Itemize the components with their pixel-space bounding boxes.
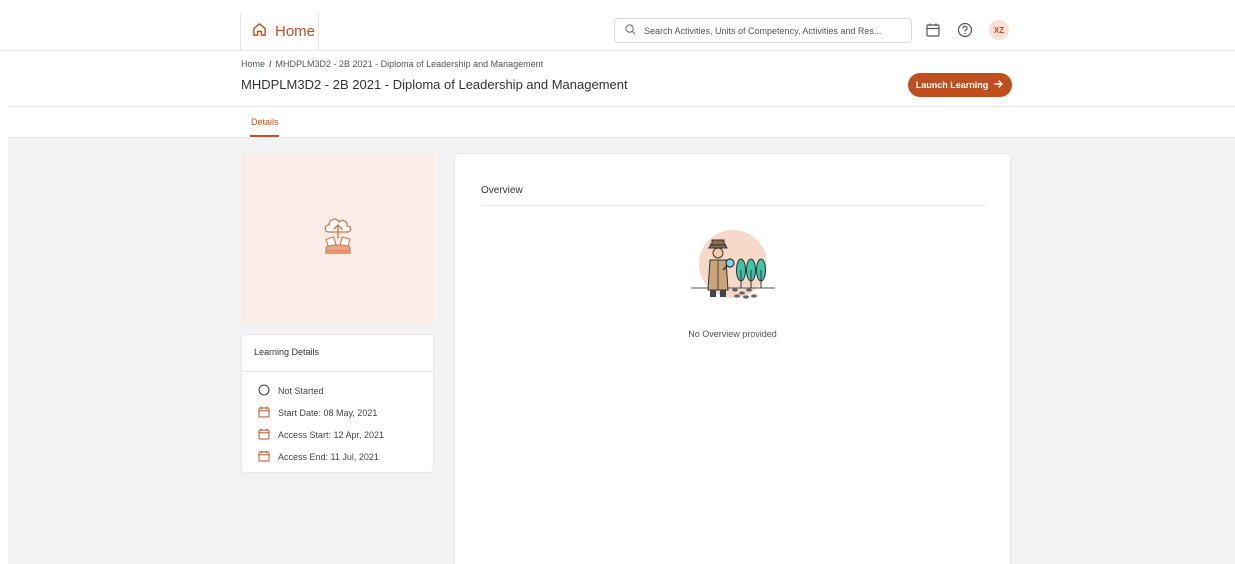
detective-illustration [691, 230, 775, 304]
access-end-item: Access End: 11 Jul, 2021 [258, 450, 379, 464]
tab-details[interactable]: Details [251, 117, 279, 127]
learning-details-title: Learning Details [254, 347, 320, 357]
header-divider [8, 106, 1235, 107]
status-item: Not Started [258, 384, 324, 398]
avatar[interactable]: XZ [989, 20, 1009, 40]
learning-details-divider [242, 371, 433, 372]
search-icon [625, 22, 636, 40]
start-date-text: Start Date: 08 May, 2021 [278, 408, 378, 418]
learning-details-card: Learning Details Not Started Start Date:… [241, 334, 434, 473]
calendar-icon [258, 406, 270, 420]
calendar-icon [258, 428, 270, 442]
access-start-item: Access Start: 12 Apr, 2021 [258, 428, 384, 442]
breadcrumb-home[interactable]: Home [241, 59, 265, 69]
overview-card: Overview No Overview provided [454, 153, 1011, 564]
launch-learning-button[interactable]: Launch Learning [908, 73, 1012, 97]
calendar-icon[interactable] [923, 20, 943, 40]
calendar-icon [258, 450, 270, 464]
home-button[interactable]: Home [240, 12, 319, 51]
breadcrumb-current: MHDPLM3D2 - 2B 2021 - Diploma of Leaders… [275, 59, 544, 69]
page-title: MHDPLM3D2 - 2B 2021 - Diploma of Leaders… [241, 77, 628, 92]
search-input[interactable] [644, 25, 894, 36]
search-box[interactable] [614, 18, 912, 43]
status-text: Not Started [278, 386, 324, 396]
start-date-item: Start Date: 08 May, 2021 [258, 406, 377, 420]
breadcrumb-separator: / [269, 59, 272, 69]
arrow-right-icon [994, 79, 1004, 91]
top-bar: Home XZ [0, 0, 1235, 51]
cloud-upload-icon [318, 214, 358, 263]
overview-empty-text: No Overview provided [688, 329, 777, 339]
overview-title: Overview [481, 185, 523, 196]
launch-learning-label: Launch Learning [915, 80, 989, 90]
breadcrumb: Home / MHDPLM3D2 - 2B 2021 - Diploma of … [241, 59, 543, 69]
overview-divider [481, 205, 985, 206]
circle-status-icon [258, 384, 270, 398]
access-end-text: Access End: 11 Jul, 2021 [278, 452, 379, 462]
course-thumbnail [241, 153, 434, 323]
help-icon[interactable] [955, 20, 975, 40]
access-start-text: Access Start: 12 Apr, 2021 [278, 430, 385, 440]
home-label: Home [275, 23, 316, 40]
home-icon [252, 22, 267, 42]
